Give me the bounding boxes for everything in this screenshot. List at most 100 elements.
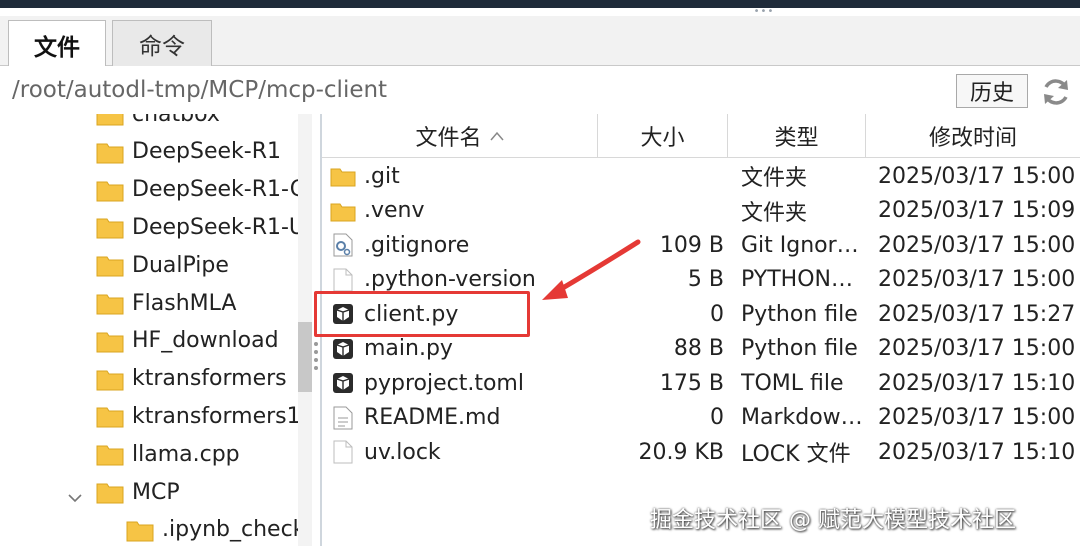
file-modified: 2025/03/17 15:00 [878,232,1076,258]
tree-item-label: DeepSeek-R1-U [132,214,298,240]
path-input[interactable] [12,74,942,106]
file-modified: 2025/03/17 15:09 [878,198,1076,223]
directory-tree[interactable]: chatbox DeepSeek-R1 DeepSeek-R1-G DeepSeek-… [0,114,298,546]
tree-scrollbar-thumb[interactable] [298,322,312,392]
file-modified: 2025/03/17 15:10 [878,439,1076,465]
file-row[interactable]: .gitignore 109 B Git Ignor… 2025/03/17 15:0… [322,228,1080,262]
tree-item-label: chatbox [132,114,220,127]
tree-item[interactable]: chatbox [0,114,298,132]
folder-icon [96,370,124,391]
tree-item-label: DualPipe [132,252,229,278]
file-type: Python file [741,336,858,361]
file-row[interactable]: .git 文件夹 2025/03/17 15:00 [322,159,1080,193]
file-size: 20.9 KB [638,439,725,465]
tree-item-label: DeepSeek-R1-G [132,177,298,203]
file-type: Git Ignor… [741,232,859,258]
tree-item[interactable]: DeepSeek-R1-U [0,209,298,245]
file-type: 文件夹 [741,166,808,191]
column-header-name[interactable]: 文件名 [322,114,598,158]
tree-item[interactable]: DualPipe [0,247,298,283]
file-type: PYTHON… [741,267,853,292]
folder-icon [96,332,124,353]
folder-icon [96,445,124,466]
annotation-highlight-box [314,291,530,337]
folder-icon [96,143,124,164]
folder-icon [330,159,356,193]
tree-item[interactable]: FlashMLA [0,285,298,321]
text-file-icon [330,401,356,435]
tree-item-label: ktransformers [132,366,287,392]
tree-item[interactable]: ktransformers1 [0,398,298,434]
folder-icon [126,521,154,542]
folder-icon [330,194,356,228]
file-modified: 2025/03/17 15:27 [878,301,1076,327]
sort-ascending-icon [489,131,504,140]
file-name: .git [364,163,400,189]
file-size: 0 [710,405,724,430]
file-modified: 2025/03/17 15:00 [878,405,1076,430]
file-name: pyproject.toml [364,370,524,396]
drag-handle-icon[interactable]: ••• [752,7,776,17]
file-name: .venv [364,198,425,223]
tree-item[interactable]: MCP [0,474,298,510]
tree-item[interactable]: DeepSeek-R1-G [0,172,298,208]
history-button[interactable]: 历史 [956,74,1028,108]
tab-files[interactable]: 文件 [8,20,106,68]
watermark: 掘金技术社区 @ 赋范大模型技术社区 [650,508,1016,533]
title-bar [0,0,1080,8]
file-modified: 2025/03/17 15:00 [878,163,1076,189]
python-file-icon [330,366,356,400]
tree-item-label: ktransformers1 [132,403,298,429]
folder-icon [96,294,124,315]
tree-item[interactable]: DeepSeek-R1 [0,134,298,170]
tree-item-label: MCP [132,479,180,505]
settings-file-icon [330,228,356,262]
tree-item-label: HF_download [132,328,279,354]
file-row[interactable]: .venv 文件夹 2025/03/17 15:09 [322,194,1080,228]
file-row[interactable]: pyproject.toml 175 B TOML file 2025/03/17 1… [322,366,1080,400]
file-size [598,159,724,193]
annotation-arrow-icon [542,239,641,300]
path-bar: 历史 [0,66,1080,114]
blank-file-icon [330,435,356,469]
column-header-modified[interactable]: 修改时间 [866,114,1080,158]
folder-icon [96,218,124,239]
tree-item[interactable]: llama.cpp [0,436,298,472]
column-header-name-label: 文件名 [415,125,482,151]
folder-icon [96,483,124,504]
file-modified: 2025/03/17 15:10 [878,370,1076,396]
file-type: Python file [741,301,858,327]
file-size: 88 B [673,336,724,361]
chevron-down-icon[interactable] [68,484,82,503]
column-header-type[interactable]: 类型 [728,114,866,158]
file-type: 文件夹 [741,200,808,226]
tree-item-label: .ipynb_check [162,517,298,543]
file-name: README.md [364,405,501,430]
tree-item-label: llama.cpp [132,441,240,467]
tree-item-label: DeepSeek-R1 [132,139,281,165]
folder-icon [96,256,124,277]
file-modified: 2025/03/17 15:00 [878,336,1076,361]
file-type: Markdow… [741,405,863,430]
splitter-handle-icon[interactable] [313,340,319,374]
folder-icon [96,181,124,202]
file-name: uv.lock [364,439,441,465]
file-size [598,194,724,228]
tree-item-label: FlashMLA [132,290,237,316]
folder-icon [96,407,124,428]
refresh-icon[interactable] [1040,76,1072,108]
file-row[interactable]: uv.lock 20.9 KB LOCK 文件 2025/03/17 15:10 [322,435,1080,469]
tree-item[interactable]: ktransformers [0,361,298,397]
file-row[interactable]: README.md 0 Markdow… 2025/03/17 15:00 [322,401,1080,435]
tree-item[interactable]: .ipynb_check [0,512,298,546]
file-type: TOML file [741,370,844,396]
column-header-size[interactable]: 大小 [598,114,728,158]
tab-commands[interactable]: 命令 [112,20,212,67]
file-size: 175 B [659,370,724,396]
file-type: LOCK 文件 [741,442,851,467]
folder-icon [96,114,124,126]
tree-item[interactable]: HF_download [0,323,298,359]
file-modified: 2025/03/17 15:00 [878,267,1076,292]
tab-strip: 文件 命令 [0,16,1080,68]
tree-scrollbar[interactable] [298,114,312,546]
